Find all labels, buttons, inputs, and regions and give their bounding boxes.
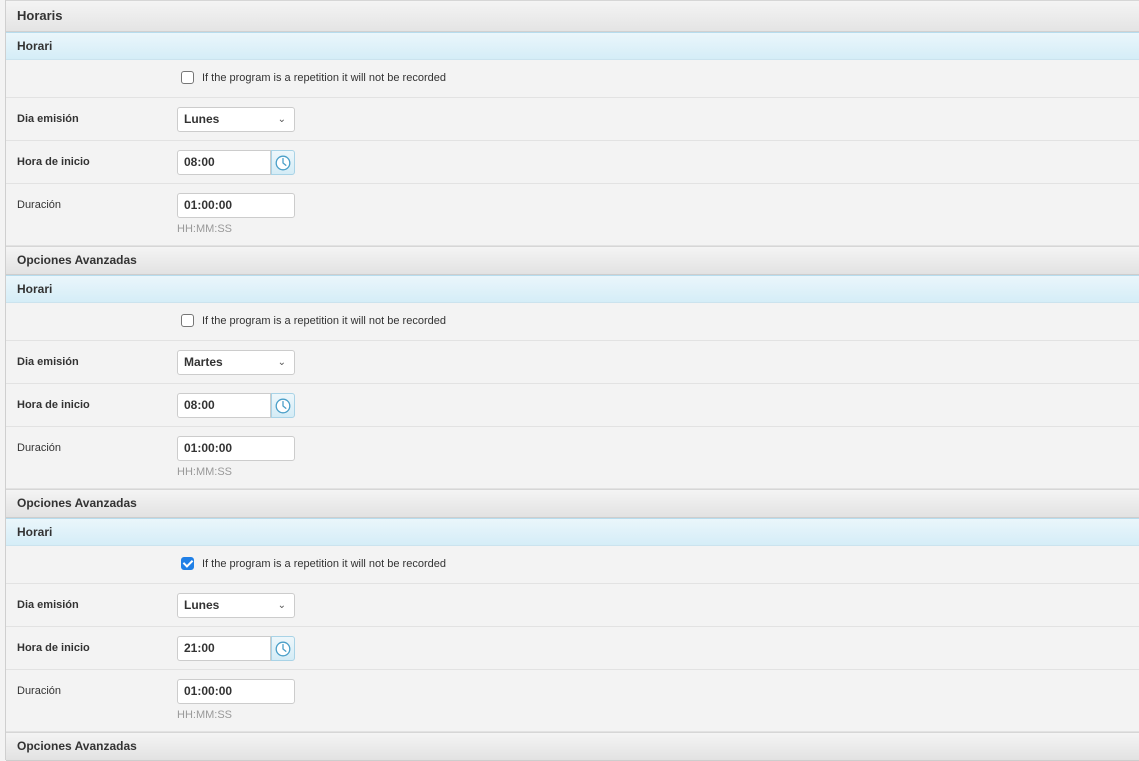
start-time-label: Hora de inicio xyxy=(17,156,90,168)
day-select[interactable]: Lunes ⌄ xyxy=(177,107,295,132)
repetition-row: If the program is a repetition it will n… xyxy=(6,546,1139,584)
duration-input[interactable]: 01:00:00 xyxy=(177,679,295,704)
start-time-row: Hora de inicio 08:00 xyxy=(6,384,1139,427)
section-header-horari[interactable]: Horari xyxy=(6,275,1139,303)
duration-input[interactable]: 01:00:00 xyxy=(177,193,295,218)
advanced-options-header[interactable]: Opciones Avanzadas xyxy=(6,489,1139,518)
clock-picker-button[interactable] xyxy=(271,636,295,661)
chevron-down-icon: ⌄ xyxy=(277,357,286,368)
chevron-down-icon: ⌄ xyxy=(277,600,286,611)
repetition-row: If the program is a repetition it will n… xyxy=(6,303,1139,341)
start-time-row: Hora de inicio 21:00 xyxy=(6,627,1139,670)
repetition-checkbox[interactable] xyxy=(181,557,194,570)
schedule-block: Horari If the program is a repetition it… xyxy=(6,275,1139,518)
duration-input[interactable]: 01:00:00 xyxy=(177,436,295,461)
start-time-row: Hora de inicio 08:00 xyxy=(6,141,1139,184)
start-time-label: Hora de inicio xyxy=(17,399,90,411)
day-label: Dia emisión xyxy=(17,113,79,125)
day-select[interactable]: Lunes ⌄ xyxy=(177,593,295,618)
repetition-label: If the program is a repetition it will n… xyxy=(202,71,446,84)
page-title: Horaris xyxy=(6,0,1139,32)
duration-row: Duración 01:00:00 HH:MM:SS xyxy=(6,670,1139,732)
repetition-checkbox-wrap[interactable]: If the program is a repetition it will n… xyxy=(181,71,446,84)
day-row: Dia emisión Lunes ⌄ xyxy=(6,584,1139,627)
advanced-options-header[interactable]: Opciones Avanzadas xyxy=(6,246,1139,275)
repetition-checkbox[interactable] xyxy=(181,314,194,327)
repetition-checkbox-wrap[interactable]: If the program is a repetition it will n… xyxy=(181,314,446,327)
repetition-checkbox-wrap[interactable]: If the program is a repetition it will n… xyxy=(181,557,446,570)
section-header-horari[interactable]: Horari xyxy=(6,32,1139,60)
duration-label: Duración xyxy=(17,685,62,697)
section-header-horari[interactable]: Horari xyxy=(6,518,1139,546)
start-time-input[interactable]: 21:00 xyxy=(177,636,271,661)
day-select-value: Martes xyxy=(184,355,223,369)
clock-picker-button[interactable] xyxy=(271,150,295,175)
repetition-row: If the program is a repetition it will n… xyxy=(6,60,1139,98)
day-label: Dia emisión xyxy=(17,599,79,611)
duration-label: Duración xyxy=(17,442,62,454)
day-row: Dia emisión Martes ⌄ xyxy=(6,341,1139,384)
start-time-label: Hora de inicio xyxy=(17,642,90,654)
duration-row: Duración 01:00:00 HH:MM:SS xyxy=(6,184,1139,246)
duration-hint: HH:MM:SS xyxy=(177,466,232,478)
schedule-block: Horari If the program is a repetition it… xyxy=(6,518,1139,761)
duration-hint: HH:MM:SS xyxy=(177,709,232,721)
day-row: Dia emisión Lunes ⌄ xyxy=(6,98,1139,141)
duration-row: Duración 01:00:00 HH:MM:SS xyxy=(6,427,1139,489)
clock-icon xyxy=(275,155,291,170)
day-select-value: Lunes xyxy=(184,598,220,612)
schedule-block: Horari If the program is a repetition it… xyxy=(6,32,1139,275)
day-select-value: Lunes xyxy=(184,112,220,126)
clock-icon xyxy=(275,641,291,656)
day-label: Dia emisión xyxy=(17,356,79,368)
repetition-label: If the program is a repetition it will n… xyxy=(202,557,446,570)
duration-label: Duración xyxy=(17,199,62,211)
chevron-down-icon: ⌄ xyxy=(277,114,286,125)
duration-hint: HH:MM:SS xyxy=(177,223,232,235)
day-select[interactable]: Martes ⌄ xyxy=(177,350,295,375)
repetition-label: If the program is a repetition it will n… xyxy=(202,314,446,327)
clock-icon xyxy=(275,398,291,413)
repetition-checkbox[interactable] xyxy=(181,71,194,84)
advanced-options-header[interactable]: Opciones Avanzadas xyxy=(6,732,1139,761)
clock-picker-button[interactable] xyxy=(271,393,295,418)
start-time-input[interactable]: 08:00 xyxy=(177,150,271,175)
horaris-panel: Horaris Horari If the program is a repet… xyxy=(5,0,1139,761)
start-time-input[interactable]: 08:00 xyxy=(177,393,271,418)
